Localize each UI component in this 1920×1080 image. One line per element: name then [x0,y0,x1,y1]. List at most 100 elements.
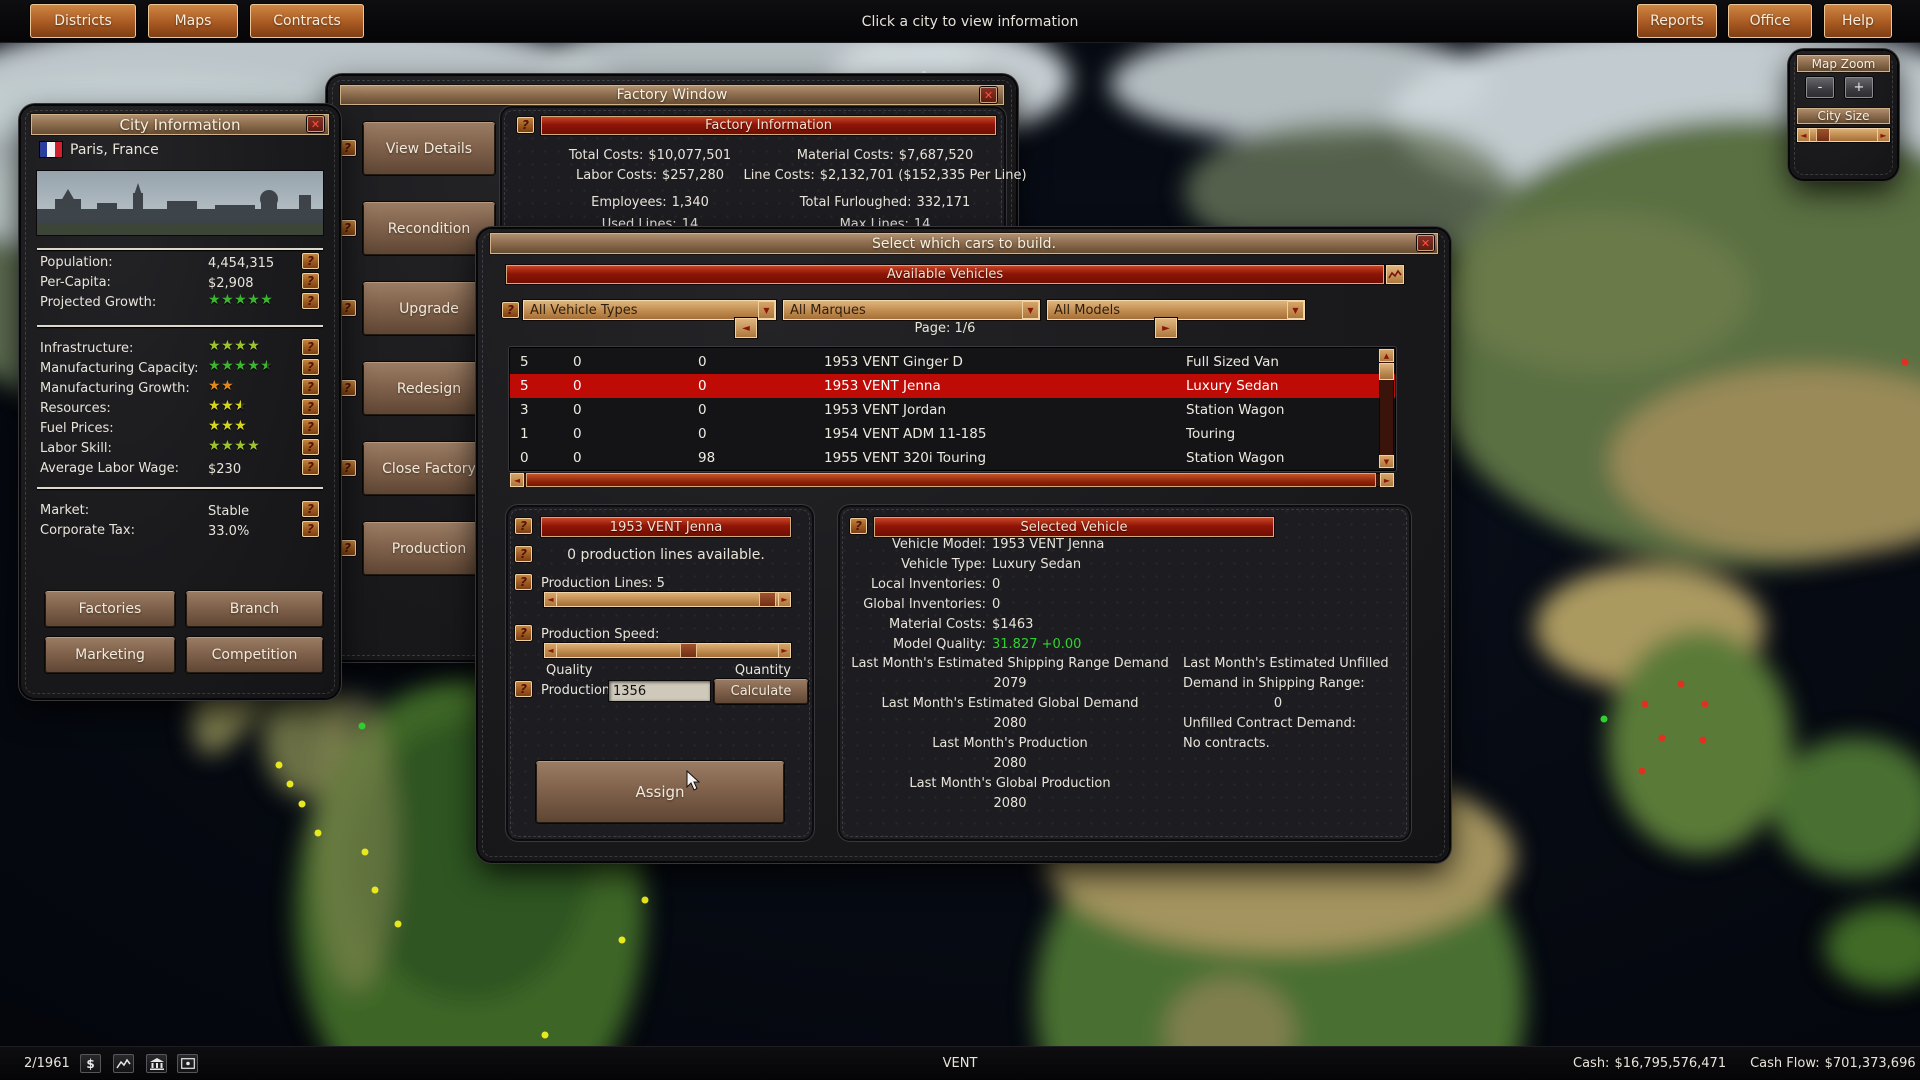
vehicle-table-hscrollbar[interactable]: ◄ ► [510,473,1394,487]
page-next-button[interactable]: ► [1155,318,1177,338]
slider-thumb[interactable] [1816,128,1830,142]
factory-button-close-factory[interactable]: Close Factory [363,442,495,495]
chart-button[interactable] [1386,265,1404,284]
production-speed-slider[interactable]: ◄ ► [544,643,791,658]
vscroll-thumb[interactable] [1379,363,1394,380]
help-icon[interactable]: ? [302,521,319,537]
production-lines-slider[interactable]: ◄ ► [544,592,791,607]
help-icon[interactable]: ? [517,117,534,133]
scroll-right-icon[interactable]: ► [1380,473,1394,487]
assign-button[interactable]: Assign [536,761,784,823]
slider-right-arrow-icon[interactable]: ► [778,643,791,658]
slider-left-arrow-icon[interactable]: ◄ [544,592,557,607]
vehicle-type-filter[interactable]: All Vehicle Types ▼ [523,300,776,320]
help-icon[interactable]: ? [302,293,319,309]
menu-button-districts[interactable]: Districts [30,4,136,38]
help-icon[interactable]: ? [339,300,356,316]
city-button-branch[interactable]: Branch [186,591,323,627]
production-quantity-input[interactable] [609,681,710,701]
calculate-button[interactable]: Calculate [714,679,808,704]
help-icon[interactable]: ? [515,546,532,562]
hscroll-thumb[interactable] [526,473,1376,487]
slider-left-arrow-icon[interactable]: ◄ [544,643,557,658]
slider-right-arrow-icon[interactable]: ► [1877,128,1890,142]
vehicle-table-vscrollbar[interactable]: ▲ ▼ [1379,349,1394,468]
help-icon[interactable]: ? [302,399,319,415]
factory-button-production[interactable]: Production [363,522,495,575]
vehicle-row[interactable]: 5001953 VENT JennaLuxury Sedan [510,374,1395,398]
cell-type: Luxury Sedan [1186,378,1279,394]
slider-thumb[interactable] [759,592,776,607]
stat-row: Infrastructure: [40,339,133,357]
help-icon[interactable]: ? [515,574,532,590]
menu-button-maps[interactable]: Maps [148,4,238,38]
close-icon[interactable]: ✕ [307,116,324,132]
city-button-competition[interactable]: Competition [186,637,323,673]
help-icon[interactable]: ? [302,501,319,517]
finances-button[interactable]: $ [80,1054,101,1073]
menu-button-help[interactable]: Help [1824,4,1892,38]
star-rating: ★★★★ [208,398,247,414]
vehicle-row[interactable]: 3001953 VENT JordanStation Wagon [510,398,1395,422]
button-label: Upgrade [399,301,459,317]
cell-global-inv: 0 [698,402,707,418]
help-icon[interactable]: ? [339,380,356,396]
zoom-out-button[interactable]: - [1806,77,1834,98]
city-button-marketing[interactable]: Marketing [45,637,175,673]
city-button-factories[interactable]: Factories [45,591,175,627]
zoom-in-button[interactable]: + [1845,77,1873,98]
slider-thumb[interactable] [680,643,697,658]
help-icon[interactable]: ? [339,460,356,476]
chevron-down-icon[interactable]: ▼ [1287,301,1304,319]
help-icon[interactable]: ? [339,540,356,556]
marque-filter[interactable]: All Marques ▼ [783,300,1040,320]
vehicle-row[interactable]: 00981955 VENT 320i TouringStation Wagon [510,446,1395,470]
help-icon[interactable]: ? [515,681,532,697]
scroll-down-icon[interactable]: ▼ [1379,455,1394,468]
help-icon[interactable]: ? [302,359,319,375]
cell-global-inv: 0 [698,354,707,370]
chevron-down-icon[interactable]: ▼ [758,301,775,319]
arrow-right-icon: ► [1384,476,1390,485]
dropdown-value: All Models [1054,303,1120,318]
vehicle-row[interactable]: 1001954 VENT ADM 11-185Touring [510,422,1395,446]
demand-value: 2080 [840,754,1180,774]
help-icon[interactable]: ? [302,419,319,435]
help-icon[interactable]: ? [502,302,519,318]
bills-button[interactable] [177,1054,198,1073]
close-icon[interactable]: ✕ [1417,235,1434,251]
slider-right-arrow-icon[interactable]: ► [778,592,791,607]
factory-button-upgrade[interactable]: Upgrade [363,282,495,335]
help-icon[interactable]: ? [850,518,867,534]
button-label: Production [392,541,466,557]
help-icon[interactable]: ? [302,439,319,455]
chevron-down-icon[interactable]: ▼ [1022,301,1039,319]
vehicle-row[interactable]: 5001953 VENT Ginger DFull Sized Van [510,350,1395,374]
header-label: Available Vehicles [887,267,1003,282]
bank-button[interactable] [146,1054,167,1073]
help-icon[interactable]: ? [339,140,356,156]
close-icon[interactable]: ✕ [980,87,997,103]
help-icon[interactable]: ? [302,273,319,289]
factory-button-redesign[interactable]: Redesign [363,362,495,415]
cell-local-inv: 0 [573,354,582,370]
scroll-left-icon[interactable]: ◄ [510,473,524,487]
stock-chart-button[interactable] [113,1054,134,1073]
scroll-up-icon[interactable]: ▲ [1379,349,1394,362]
help-icon[interactable]: ? [515,518,532,534]
model-filter[interactable]: All Models ▼ [1047,300,1305,320]
factory-button-recondition[interactable]: Recondition [363,202,495,255]
menu-button-office[interactable]: Office [1728,4,1812,38]
help-icon[interactable]: ? [302,339,319,355]
help-icon[interactable]: ? [302,253,319,269]
help-icon[interactable]: ? [302,459,319,475]
factory-button-view-details[interactable]: View Details [363,122,495,175]
page-prev-button[interactable]: ◄ [735,318,757,338]
menu-button-reports[interactable]: Reports [1637,4,1717,38]
menu-button-contracts[interactable]: Contracts [250,4,364,38]
help-icon[interactable]: ? [302,379,319,395]
slider-left-arrow-icon[interactable]: ◄ [1797,128,1810,142]
help-icon[interactable]: ? [515,625,532,641]
help-icon[interactable]: ? [339,220,356,236]
city-size-slider[interactable]: ◄ ► [1797,128,1890,142]
